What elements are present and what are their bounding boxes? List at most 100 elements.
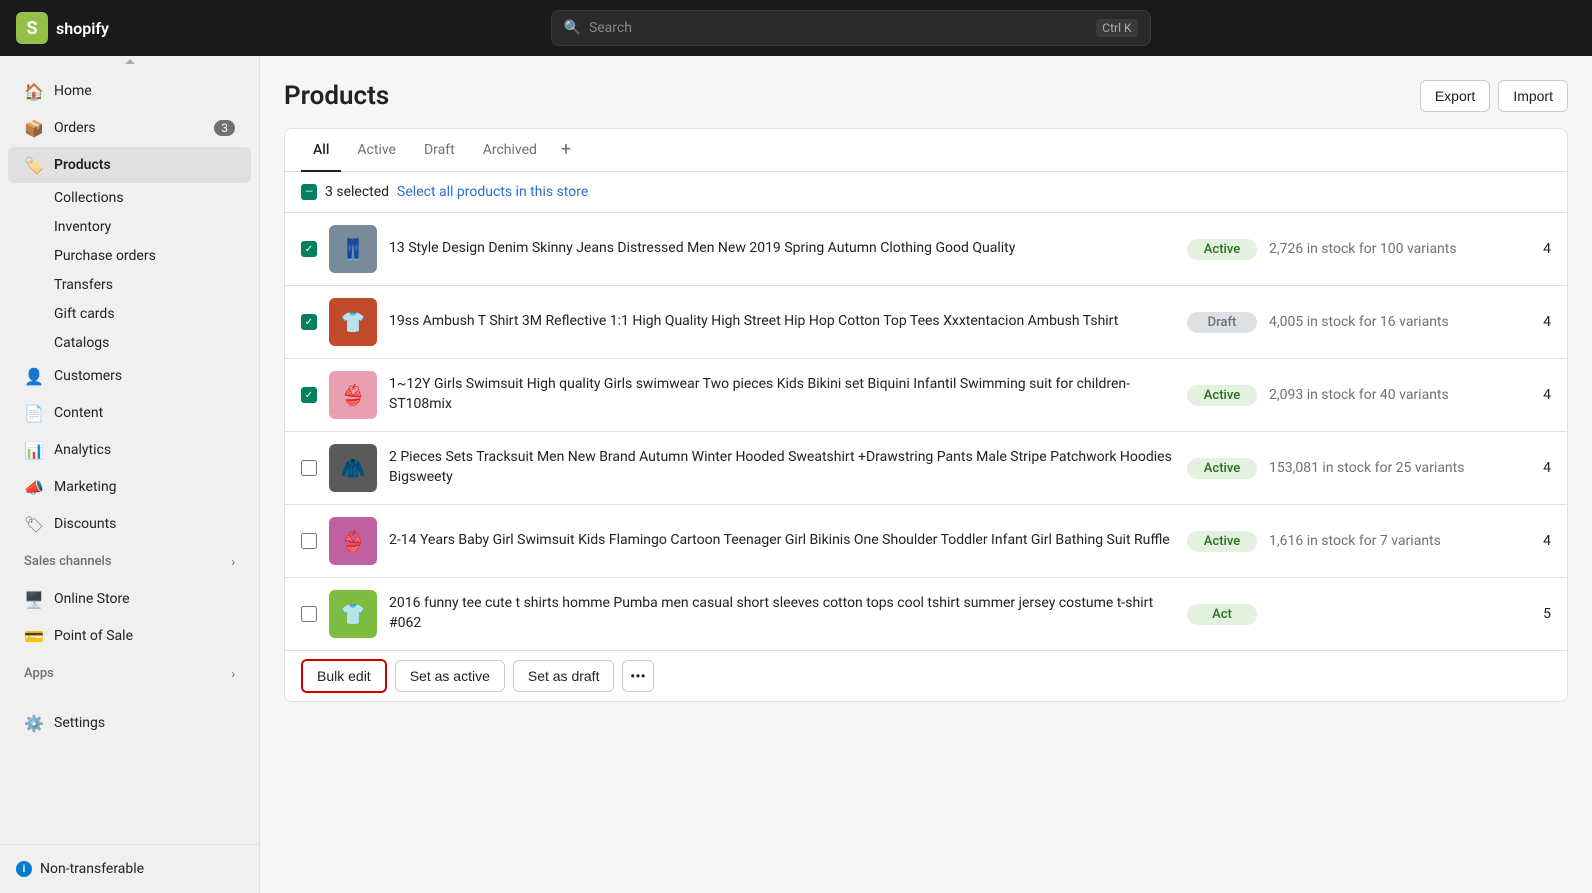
table-row[interactable]: 👙 2-14 Years Baby Girl Swimsuit Kids Fla… [285, 505, 1567, 578]
sidebar-item-home[interactable]: 🏠 Home [8, 73, 251, 109]
product-info: 2016 funny tee cute t shirts homme Pumba… [389, 594, 1175, 633]
marketing-icon: 📣 [24, 477, 44, 497]
product-num: 5 [1521, 606, 1551, 622]
sidebar-sub-item-gift-cards[interactable]: Gift cards [8, 300, 251, 328]
stock-info: 1,616 in stock for 7 variants [1269, 533, 1509, 549]
product-name: 1~12Y Girls Swimsuit High quality Girls … [389, 375, 1175, 414]
product-thumb: 👙 [329, 371, 377, 419]
tab-add-button[interactable]: + [553, 129, 579, 171]
product-info: 13 Style Design Denim Skinny Jeans Distr… [389, 239, 1175, 259]
sidebar-sub-item-transfers[interactable]: Transfers [8, 271, 251, 299]
tab-all[interactable]: All [301, 130, 341, 172]
table-row[interactable]: ✓ 👖 13 Style Design Denim Skinny Jeans D… [285, 213, 1567, 286]
product-thumb: 👕 [329, 298, 377, 346]
product-name: 2 Pieces Sets Tracksuit Men New Brand Au… [389, 448, 1175, 487]
sidebar-item-online-store-label: Online Store [54, 591, 130, 607]
sidebar-item-settings-label: Settings [54, 715, 105, 731]
sidebar-sub-catalogs-label: Catalogs [54, 335, 109, 351]
row-checkbox[interactable]: ✓ [301, 314, 317, 330]
product-info: 19ss Ambush T Shirt 3M Reflective 1:1 Hi… [389, 312, 1175, 332]
product-num: 4 [1521, 241, 1551, 257]
status-badge: Draft [1187, 312, 1257, 333]
content-icon: 📄 [24, 403, 44, 423]
logo-text: shopify [56, 19, 109, 38]
status-badge: Active [1187, 458, 1257, 479]
product-thumb: 🧥 [329, 444, 377, 492]
import-button[interactable]: Import [1498, 80, 1568, 112]
sidebar-item-marketing[interactable]: 📣 Marketing [8, 469, 251, 505]
row-checkbox[interactable]: ✓ [301, 241, 317, 257]
shopify-icon: S [16, 12, 48, 44]
page-header: Products Export Import [284, 80, 1568, 112]
sidebar-footer: i Non-transferable [0, 844, 259, 893]
more-actions-button[interactable]: ••• [622, 660, 654, 692]
topbar: S shopify 🔍 Search Ctrl K [0, 0, 1592, 56]
export-button[interactable]: Export [1420, 80, 1490, 112]
pos-icon: 💳 [24, 626, 44, 646]
sidebar-item-content[interactable]: 📄 Content [8, 395, 251, 431]
table-row[interactable]: 🧥 2 Pieces Sets Tracksuit Men New Brand … [285, 432, 1567, 505]
row-checkbox[interactable] [301, 460, 317, 476]
sidebar-item-settings[interactable]: ⚙️ Settings [8, 705, 251, 741]
sidebar-sub-gift-cards-label: Gift cards [54, 306, 115, 322]
search-box[interactable]: 🔍 Search Ctrl K [551, 10, 1151, 46]
sidebar-item-discounts[interactable]: 🏷 Discounts [8, 506, 251, 542]
logo[interactable]: S shopify [16, 12, 109, 44]
settings-icon: ⚙️ [24, 713, 44, 733]
sales-channels-chevron: › [231, 555, 235, 569]
products-list: ✓ 👖 13 Style Design Denim Skinny Jeans D… [285, 213, 1567, 650]
row-checkbox[interactable]: ✓ [301, 387, 317, 403]
orders-icon: 📦 [24, 118, 44, 138]
sidebar-item-customers-label: Customers [54, 368, 122, 384]
more-icon: ••• [631, 669, 647, 683]
search-icon: 🔍 [564, 20, 581, 36]
sidebar-item-products[interactable]: 🏷️ Products [8, 147, 251, 183]
row-checkbox[interactable] [301, 533, 317, 549]
product-num: 4 [1521, 460, 1551, 476]
product-num: 4 [1521, 533, 1551, 549]
table-row[interactable]: ✓ 👕 19ss Ambush T Shirt 3M Reflective 1:… [285, 286, 1567, 359]
sidebar-item-online-store[interactable]: 🖥️ Online Store [8, 581, 251, 617]
apps-chevron: › [231, 667, 235, 681]
sidebar-sub-item-catalogs[interactable]: Catalogs [8, 329, 251, 357]
sidebar-item-marketing-label: Marketing [54, 479, 117, 495]
sidebar-sub-item-inventory[interactable]: Inventory [8, 213, 251, 241]
sidebar-item-orders[interactable]: 📦 Orders 3 [8, 110, 251, 146]
select-all-link[interactable]: Select all products in this store [397, 184, 588, 200]
content-area: Products Export Import All Active Draft … [260, 56, 1592, 893]
apps-label: Apps [24, 666, 54, 681]
sidebar-sub-item-collections[interactable]: Collections [8, 184, 251, 212]
status-badge: Active [1187, 385, 1257, 406]
set-draft-button[interactable]: Set as draft [513, 660, 615, 692]
sidebar-item-discounts-label: Discounts [54, 516, 116, 532]
sidebar-sub-item-purchase-orders[interactable]: Purchase orders [8, 242, 251, 270]
product-thumb: 👖 [329, 225, 377, 273]
sidebar-sub-purchase-orders-label: Purchase orders [54, 248, 156, 264]
table-row[interactable]: 👕 2016 funny tee cute t shirts homme Pum… [285, 578, 1567, 650]
tabs-bar: All Active Draft Archived + [285, 129, 1567, 172]
row-checkbox[interactable] [301, 606, 317, 622]
product-name: 2016 funny tee cute t shirts homme Pumba… [389, 594, 1175, 633]
sidebar-item-pos[interactable]: 💳 Point of Sale [8, 618, 251, 654]
apps-header[interactable]: Apps › [8, 658, 251, 689]
products-icon: 🏷️ [24, 155, 44, 175]
bulk-edit-button[interactable]: Bulk edit [303, 661, 385, 691]
set-active-button[interactable]: Set as active [395, 660, 505, 692]
select-all-checkbox[interactable]: — [301, 184, 317, 200]
non-transferable-item[interactable]: i Non-transferable [8, 853, 251, 885]
sidebar-item-customers[interactable]: 👤 Customers [8, 358, 251, 394]
bulk-edit-button-wrapper: Bulk edit [301, 659, 387, 693]
tab-active[interactable]: Active [345, 130, 408, 172]
status-badge: Active [1187, 531, 1257, 552]
info-dot-icon: i [16, 861, 32, 877]
status-badge: Active [1187, 239, 1257, 260]
product-name: 19ss Ambush T Shirt 3M Reflective 1:1 Hi… [389, 312, 1175, 332]
sidebar-item-analytics[interactable]: 📊 Analytics [8, 432, 251, 468]
main-layout: 🏠 Home 📦 Orders 3 🏷️ Products Collection… [0, 56, 1592, 893]
sales-channels-header[interactable]: Sales channels › [8, 546, 251, 577]
online-store-icon: 🖥️ [24, 589, 44, 609]
tab-archived[interactable]: Archived [471, 130, 549, 172]
table-row[interactable]: ✓ 👙 1~12Y Girls Swimsuit High quality Gi… [285, 359, 1567, 432]
tab-draft[interactable]: Draft [412, 130, 467, 172]
page-title: Products [284, 81, 1420, 111]
